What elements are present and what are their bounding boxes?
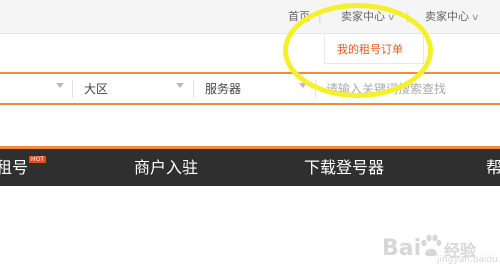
- divider: [193, 80, 194, 98]
- watermark-text: Bai: [382, 236, 422, 261]
- divider: [72, 80, 73, 98]
- seller-center-label: 卖家中心: [425, 10, 469, 23]
- hot-badge: HOT: [29, 156, 46, 163]
- region-select[interactable]: 大区: [84, 81, 108, 97]
- divider: [315, 80, 316, 98]
- nav-item-help[interactable]: 帮: [486, 158, 500, 178]
- divider: |: [406, 10, 410, 23]
- chevron-down-icon[interactable]: [56, 83, 64, 88]
- my-rental-orders-link[interactable]: 我的租号订单: [337, 43, 403, 57]
- seller-center-menu[interactable]: 卖家中心 ∨: [341, 10, 396, 25]
- chevron-down-icon[interactable]: [176, 83, 184, 88]
- nav-item-download[interactable]: 下载登号器: [304, 158, 384, 178]
- nav-item-rent[interactable]: 租号: [0, 158, 28, 178]
- top-bar: 首页 | 卖家中心 ∨ | 卖家中心 ∨: [0, 0, 500, 34]
- home-link[interactable]: 首页: [288, 10, 310, 24]
- seller-center-dropdown: 我的租号订单: [324, 34, 424, 64]
- chevron-down-icon: ∨: [387, 13, 396, 23]
- chevron-down-icon[interactable]: [299, 83, 307, 88]
- server-select[interactable]: 服务器: [205, 81, 241, 97]
- baidu-watermark: Bai 经验 jingyan.baidu.com: [380, 228, 500, 270]
- divider: |: [318, 10, 322, 23]
- chevron-down-icon: ∨: [471, 13, 480, 23]
- seller-center-label: 卖家中心: [341, 10, 385, 23]
- watermark-url: jingyan.baidu.com: [437, 255, 500, 265]
- seller-center-menu-2[interactable]: 卖家中心 ∨: [425, 10, 480, 25]
- nav-item-merchant[interactable]: 商户入驻: [134, 158, 198, 178]
- keyword-search-input[interactable]: 请输入关键词搜索查找: [326, 81, 446, 97]
- search-filter-bar: 大区 服务器 请输入关键词搜索查找: [0, 72, 500, 105]
- main-nav: 租号 HOT 商户入驻 下载登号器 帮: [0, 149, 500, 186]
